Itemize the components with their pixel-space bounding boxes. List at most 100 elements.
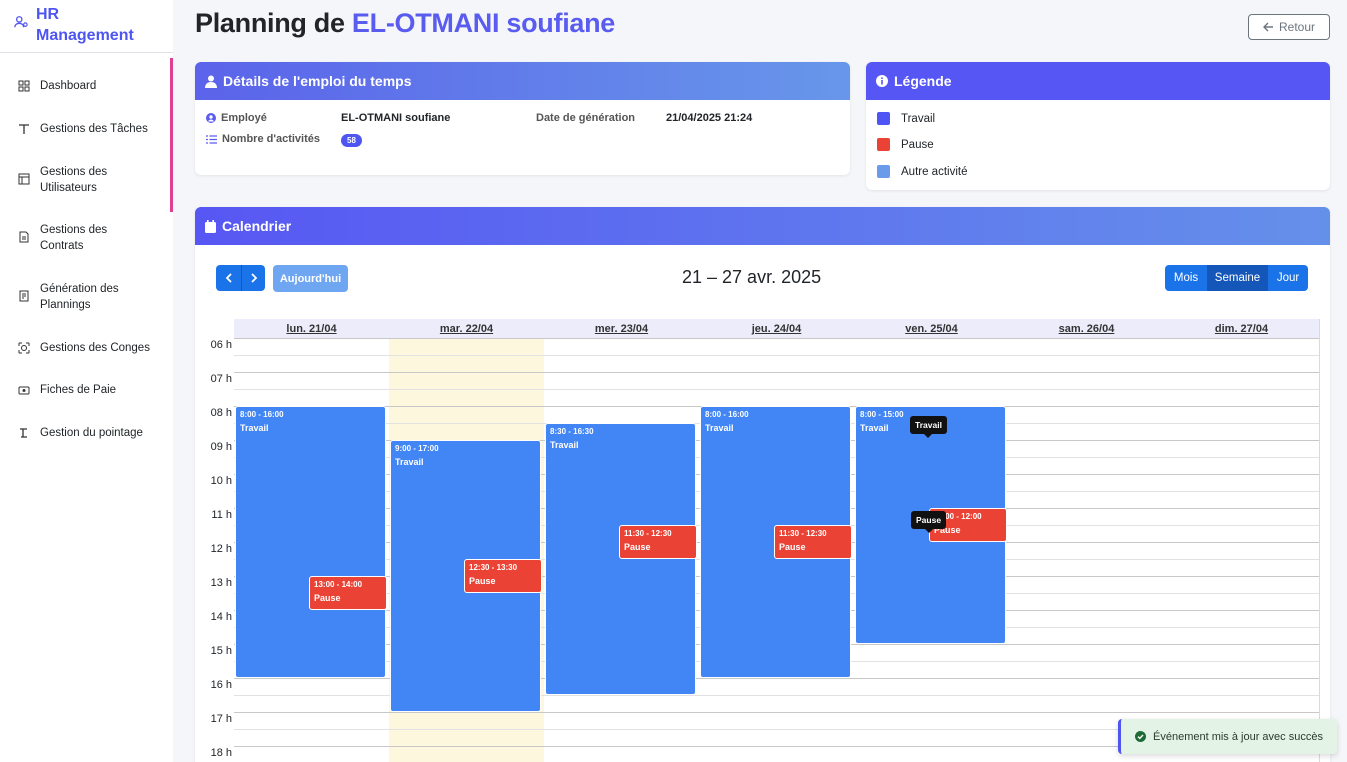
toast-message: Événement mis à jour avec succès <box>1153 730 1323 743</box>
back-button-label: Retour <box>1278 20 1316 34</box>
brand[interactable]: HR Management <box>0 0 173 53</box>
event-time: 12:30 - 13:30 <box>469 563 518 572</box>
day-header[interactable]: dim. 27/04 <box>1164 319 1319 338</box>
event-title: Pause <box>314 593 341 603</box>
sidebar-item-label: Gestions des Contrats <box>40 224 108 252</box>
event-tooltip: Travail <box>910 416 947 438</box>
generation-date-value: 21/04/2025 21:24 <box>666 112 753 124</box>
sidebar: HR Management Dashboard Gestions des Tâc… <box>0 0 173 762</box>
legend-card-title: Légende <box>894 73 952 89</box>
sidebar-item-payslip[interactable]: Fiches de Paie <box>0 382 170 398</box>
calendar-card: Calendrier Aujourd'hui 21 – 27 avr. 2025… <box>195 207 1330 762</box>
chevron-right-icon <box>250 273 257 283</box>
today-button[interactable]: Aujourd'hui <box>273 265 348 292</box>
day-header[interactable]: ven. 25/04 <box>854 319 1009 338</box>
view-week-button[interactable]: Semaine <box>1207 265 1268 291</box>
hour-label: 08 h <box>210 407 232 419</box>
event-tooltip: Pause <box>911 511 947 533</box>
payslip-icon <box>18 386 30 395</box>
event-title: Travail <box>240 423 269 433</box>
event-time: 13:00 - 14:00 <box>314 580 363 589</box>
contract-icon <box>19 231 29 243</box>
event-time: 11:30 - 12:30 <box>624 529 672 538</box>
back-button[interactable]: Retour <box>1248 14 1330 40</box>
planning-icon <box>19 290 29 302</box>
activities-label: Nombre d'activités <box>206 133 320 145</box>
sidebar-item-contracts[interactable]: Gestions des Contrats <box>0 222 170 254</box>
hour-label: 15 h <box>210 645 232 657</box>
sidebar-item-label: Fiches de Paie <box>40 384 117 396</box>
next-week-button[interactable] <box>241 265 265 291</box>
work-event[interactable]: 8:00 - 16:00 Travail <box>235 406 386 678</box>
sidebar-item-label: Génération des Plannings <box>40 283 119 311</box>
calendar-card-title: Calendrier <box>222 218 292 234</box>
pause-event[interactable]: 11:30 - 12:30 Pause <box>774 525 852 559</box>
event-title: Pause <box>469 576 496 586</box>
employee-label: Employé <box>206 112 267 124</box>
day-header[interactable]: mer. 23/04 <box>544 319 699 338</box>
sidebar-item-label: Gestions des Conges <box>40 342 150 354</box>
event-time: 8:00 - 16:00 <box>705 410 749 419</box>
chevron-left-icon <box>225 273 232 283</box>
page-title: Planning de EL-OTMANI soufiane <box>195 8 615 39</box>
legend-item-work: Travail <box>877 112 935 125</box>
view-day-button[interactable]: Jour <box>1268 265 1308 291</box>
user-icon <box>205 75 217 88</box>
hour-label: 09 h <box>210 441 232 453</box>
calendar-nav-group <box>216 265 265 291</box>
hour-label: 14 h <box>210 611 232 623</box>
legend-item-pause: Pause <box>877 138 934 151</box>
prev-week-button[interactable] <box>216 265 241 291</box>
sidebar-item-leave[interactable]: Gestions des Conges <box>0 340 170 356</box>
hour-gridline <box>234 712 1319 713</box>
dashboard-icon <box>18 80 30 92</box>
arrow-left-icon <box>1262 22 1273 32</box>
sidebar-item-tasks[interactable]: Gestions des Tâches <box>0 121 170 137</box>
sidebar-item-dashboard[interactable]: Dashboard <box>0 78 170 94</box>
hour-label: 18 h <box>210 747 232 759</box>
hour-gridline <box>234 372 1319 373</box>
day-header[interactable]: jeu. 24/04 <box>699 319 854 338</box>
pause-event[interactable]: 13:00 - 14:00 Pause <box>309 576 387 610</box>
generation-date-label: Date de génération <box>536 112 636 124</box>
sidebar-item-timeclock[interactable]: Gestion du pointage <box>0 425 170 441</box>
calendar-range-title: 21 – 27 avr. 2025 <box>682 267 822 287</box>
half-hour-gridline <box>234 389 1319 390</box>
check-circle-icon <box>1135 731 1146 742</box>
hour-label: 07 h <box>210 373 232 385</box>
day-header[interactable]: mar. 22/04 <box>389 319 544 338</box>
legend-card: Légende Travail Pause Autre activité <box>866 62 1330 190</box>
active-nav-indicator <box>170 58 173 212</box>
clock-icon <box>20 428 27 438</box>
sidebar-item-label: Gestions des Utilisateurs <box>40 166 108 194</box>
leave-icon <box>18 342 30 354</box>
event-title: Pause <box>779 542 806 552</box>
brand-title: HR Management <box>36 6 134 44</box>
activities-count-badge: 58 <box>341 134 362 147</box>
page-title-prefix: Planning de <box>195 8 345 38</box>
details-card-title: Détails de l'emploi du temps <box>223 73 412 89</box>
schedule-details-card: Détails de l'emploi du temps Employé EL-… <box>195 62 850 175</box>
day-header[interactable]: lun. 21/04 <box>234 319 389 338</box>
sidebar-item-planning[interactable]: Génération des Plannings <box>0 281 170 313</box>
page-title-employee: EL-OTMANI soufiane <box>351 8 616 38</box>
legend-swatch <box>877 112 890 125</box>
event-time: 11:30 - 12:30 <box>779 529 827 538</box>
hour-label: 13 h <box>210 577 232 589</box>
pause-event[interactable]: 11:30 - 12:30 Pause <box>619 525 697 559</box>
employee-value: EL-OTMANI soufiane <box>341 112 451 124</box>
hour-gridline <box>234 338 1319 339</box>
sidebar-item-users[interactable]: Gestions des Utilisateurs <box>0 164 170 196</box>
user-circle-icon <box>206 113 216 123</box>
event-title: Pause <box>624 542 651 552</box>
hour-label: 11 h <box>211 509 232 521</box>
legend-card-header: Légende <box>866 62 1330 100</box>
work-event[interactable]: 8:30 - 16:30 Travail <box>545 423 696 695</box>
sidebar-item-label: Dashboard <box>40 80 97 92</box>
calendar-icon <box>205 219 216 233</box>
hour-label: 17 h <box>210 713 232 725</box>
view-month-button[interactable]: Mois <box>1165 265 1207 291</box>
list-icon <box>206 134 217 144</box>
pause-event[interactable]: 12:30 - 13:30 Pause <box>464 559 542 593</box>
day-header[interactable]: sam. 26/04 <box>1009 319 1164 338</box>
